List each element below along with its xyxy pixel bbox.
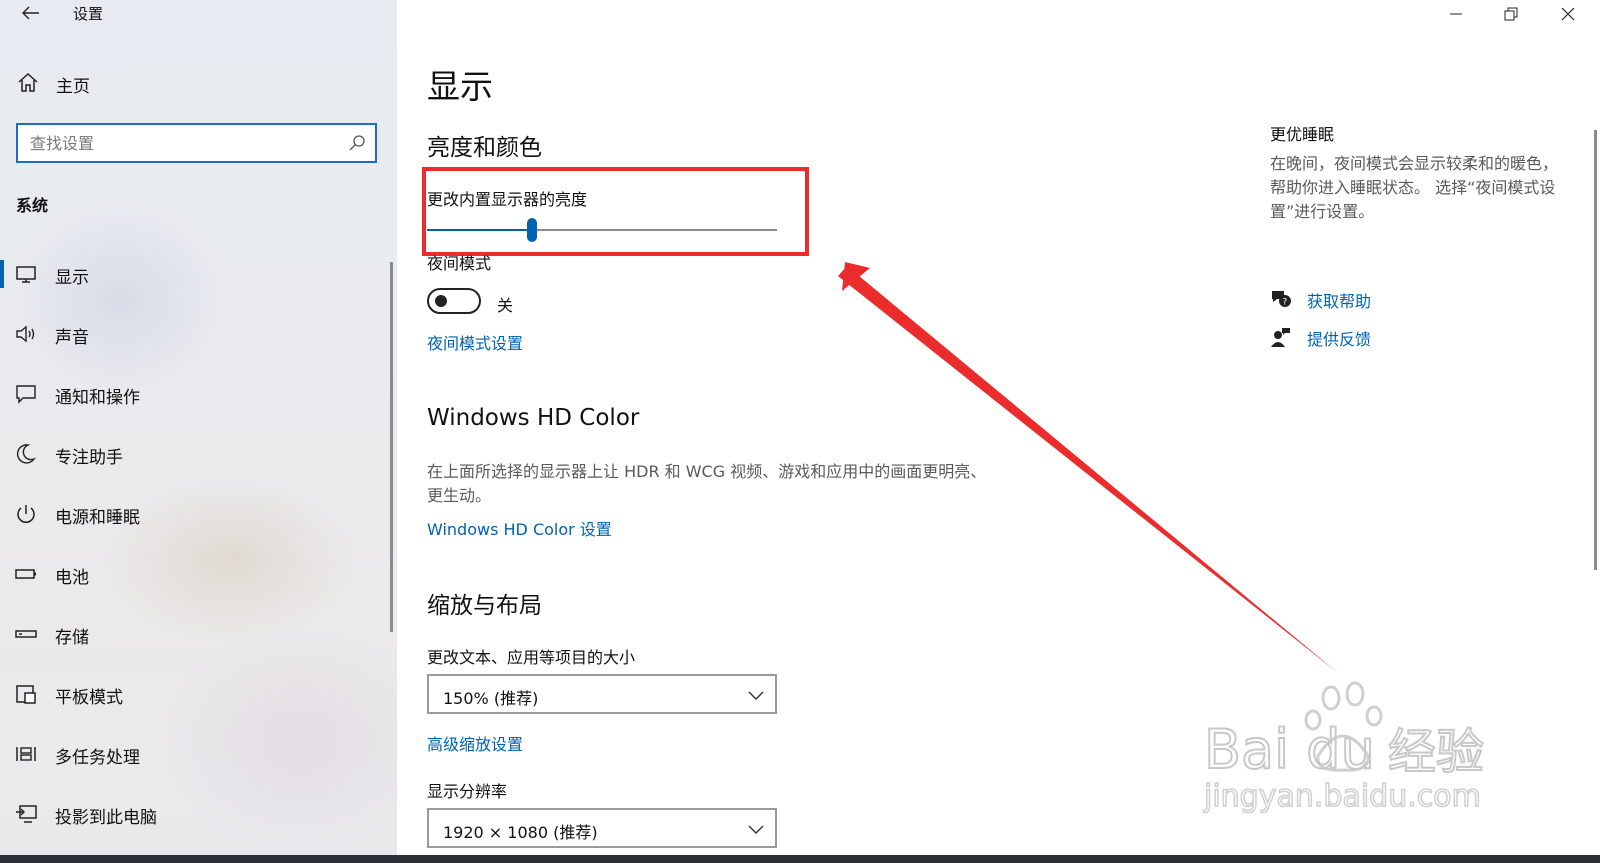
text-size-value: 150% (推荐) bbox=[443, 689, 539, 708]
sidebar-item-label: 通知和操作 bbox=[55, 388, 140, 408]
taskbar bbox=[0, 855, 1600, 863]
page-title: 显示 bbox=[427, 67, 493, 106]
sidebar-scrollbar[interactable] bbox=[390, 262, 393, 632]
speaker-icon bbox=[16, 325, 35, 343]
help-chat-icon: ? bbox=[1272, 291, 1291, 308]
svg-text:?: ? bbox=[1283, 298, 1288, 308]
close-icon bbox=[1561, 7, 1575, 21]
night-light-toggle-state: 关 bbox=[497, 296, 514, 315]
search-box[interactable] bbox=[16, 123, 377, 163]
search-input[interactable] bbox=[30, 131, 330, 155]
night-light-label: 夜间模式 bbox=[427, 254, 492, 273]
sidebar-item-label: 平板模式 bbox=[55, 688, 123, 708]
chevron-down-icon bbox=[748, 691, 764, 700]
resolution-label: 显示分辨率 bbox=[427, 782, 508, 801]
tablet-icon bbox=[16, 685, 36, 704]
get-help-label: 获取帮助 bbox=[1307, 292, 1372, 311]
sidebar-item-tablet-mode[interactable]: 平板模式 bbox=[0, 666, 385, 722]
sidebar-item-project-to-pc[interactable]: 投影到此电脑 bbox=[0, 786, 385, 842]
notification-icon bbox=[16, 385, 36, 404]
sidebar-home-label: 主页 bbox=[56, 77, 90, 97]
multitask-icon bbox=[16, 747, 36, 761]
restore-icon bbox=[1504, 7, 1518, 21]
advanced-scaling-link[interactable]: 高级缩放设置 bbox=[427, 731, 523, 755]
hdr-heading: Windows HD Color bbox=[427, 405, 640, 431]
watermark-brand: Bai du bbox=[1204, 718, 1375, 781]
section-title: 系统 bbox=[16, 196, 49, 215]
scale-heading: 缩放与布局 bbox=[427, 593, 542, 619]
toggle-knob bbox=[435, 295, 447, 307]
sidebar-item-display[interactable]: 显示 bbox=[0, 246, 385, 302]
sidebar-item-power-sleep[interactable]: 电源和睡眠 bbox=[0, 486, 385, 542]
sidebar-item-sound[interactable]: 声音 bbox=[0, 306, 385, 362]
watermark-brand-cn: 经验 bbox=[1388, 724, 1484, 780]
back-arrow-icon bbox=[22, 6, 39, 20]
app-title: 设置 bbox=[73, 5, 104, 23]
power-icon bbox=[17, 505, 35, 523]
monitor-icon bbox=[16, 266, 36, 283]
sidebar-item-label: 多任务处理 bbox=[55, 748, 140, 768]
search-icon[interactable] bbox=[347, 133, 367, 153]
back-button[interactable] bbox=[14, 0, 48, 26]
sidebar-item-label: 投影到此电脑 bbox=[55, 808, 157, 828]
minimize-icon bbox=[1450, 13, 1462, 15]
moon-icon bbox=[16, 444, 36, 464]
resolution-value: 1920 × 1080 (推荐) bbox=[443, 823, 598, 842]
sidebar-item-label: 专注助手 bbox=[55, 448, 123, 468]
storage-icon bbox=[15, 630, 37, 638]
chevron-down-icon bbox=[748, 825, 764, 834]
battery-icon bbox=[15, 569, 36, 579]
sidebar-home[interactable]: 主页 bbox=[0, 64, 397, 104]
project-icon bbox=[16, 805, 37, 823]
sidebar-item-focus-assist[interactable]: 专注助手 bbox=[0, 426, 385, 482]
restore-button[interactable] bbox=[1487, 0, 1535, 28]
sidebar-item-label: 电池 bbox=[55, 568, 89, 588]
watermark-url: jingyan.baidu.com bbox=[1203, 779, 1481, 814]
sidebar-item-multitasking[interactable]: 多任务处理 bbox=[0, 726, 385, 782]
home-icon bbox=[18, 72, 38, 92]
brightness-heading: 亮度和颜色 bbox=[427, 135, 542, 161]
feedback-person-icon bbox=[1271, 328, 1290, 347]
sidebar-item-storage[interactable]: 存储 bbox=[0, 606, 385, 662]
hdr-settings-link[interactable]: Windows HD Color 设置 bbox=[427, 516, 612, 540]
baidu-watermark-logo: Bai du 经验 jingyan.baidu.com bbox=[1202, 681, 1485, 815]
minimize-button[interactable] bbox=[1432, 0, 1480, 28]
close-button[interactable] bbox=[1544, 0, 1592, 28]
sidebar-item-label: 电源和睡眠 bbox=[55, 508, 140, 528]
annotation-highlight-box bbox=[422, 167, 809, 256]
sidebar-item-label: 显示 bbox=[55, 268, 89, 288]
night-light-toggle[interactable] bbox=[427, 288, 481, 314]
hdr-description: 在上面所选择的显示器上让 HDR 和 WCG 视频、游戏和应用中的画面更明亮、更… bbox=[427, 462, 987, 505]
text-size-label: 更改文本、应用等项目的大小 bbox=[427, 648, 636, 667]
main-scrollbar[interactable] bbox=[1594, 130, 1597, 570]
resolution-dropdown[interactable]: 1920 × 1080 (推荐) bbox=[427, 808, 777, 848]
text-size-dropdown[interactable]: 150% (推荐) bbox=[427, 674, 777, 714]
sidebar-item-label: 存储 bbox=[55, 628, 89, 648]
sidebar-item-battery[interactable]: 电池 bbox=[0, 546, 385, 602]
night-light-settings-link[interactable]: 夜间模式设置 bbox=[427, 330, 523, 354]
related-title: 更优睡眠 bbox=[1270, 125, 1335, 144]
sidebar-item-label: 声音 bbox=[55, 328, 89, 348]
sidebar: 设置 主页 系统 显示 声音 通知和操作 bbox=[0, 0, 397, 855]
feedback-label: 提供反馈 bbox=[1307, 330, 1372, 349]
sidebar-item-notifications[interactable]: 通知和操作 bbox=[0, 366, 385, 422]
related-description: 在晚间，夜间模式会显示较柔和的暖色，帮助你进入睡眠状态。 选择“夜间模式设置”进… bbox=[1270, 154, 1559, 221]
